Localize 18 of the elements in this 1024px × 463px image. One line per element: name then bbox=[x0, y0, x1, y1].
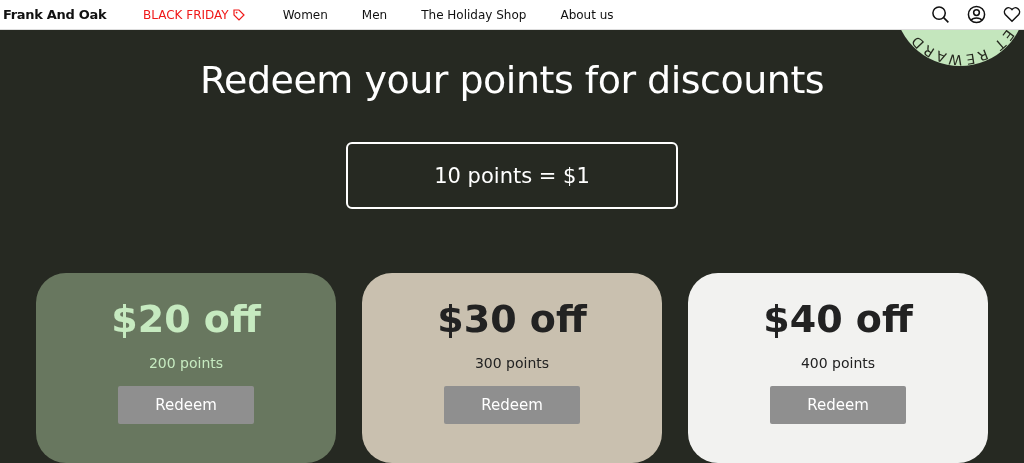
points-cost: 200 points bbox=[148, 355, 224, 371]
nav-link[interactable]: About us bbox=[560, 7, 614, 22]
search-icon[interactable] bbox=[931, 5, 950, 24]
points-cost: 400 points bbox=[800, 355, 876, 371]
nav-link[interactable]: Men bbox=[361, 7, 388, 22]
page-title: Redeem your points for discounts bbox=[199, 58, 825, 102]
points-cost: 300 points bbox=[474, 355, 550, 371]
nav-link[interactable]: BLACK FRIDAY bbox=[143, 7, 245, 22]
nav-link[interactable]: The Holiday Shop bbox=[421, 7, 527, 22]
nav-link[interactable]: Women bbox=[282, 7, 328, 22]
brand-logo[interactable]: Frank And Oak bbox=[3, 7, 143, 22]
discount-amount: $30 off bbox=[437, 297, 587, 341]
account-icon[interactable] bbox=[967, 5, 986, 24]
heart-icon[interactable] bbox=[1003, 6, 1021, 23]
discount-amount: $40 off bbox=[763, 297, 913, 341]
tag-icon bbox=[232, 8, 245, 21]
discount-amount: $20 off bbox=[111, 297, 261, 341]
points-rate-box: 10 points = $1 bbox=[346, 142, 678, 209]
